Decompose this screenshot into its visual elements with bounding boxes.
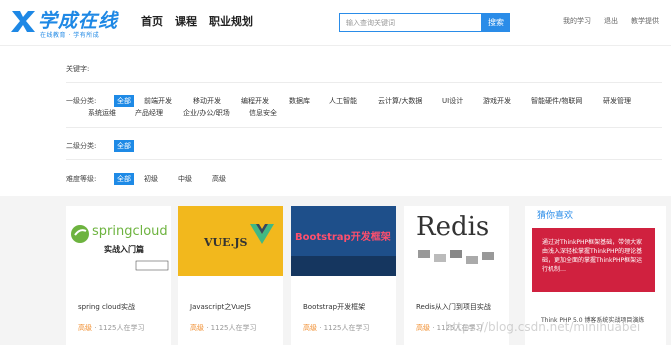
category1-item[interactable]: 企业/办公/职场 bbox=[183, 108, 230, 118]
category1-item[interactable]: 人工智能 bbox=[329, 96, 357, 106]
divider bbox=[66, 127, 662, 128]
divider bbox=[66, 159, 662, 160]
category1-item[interactable]: 智能硬件/物联网 bbox=[531, 96, 582, 106]
course-meta: 高级 · 1125人在学习 bbox=[78, 323, 145, 333]
main-nav: 首页 课程 职业规划 bbox=[141, 13, 253, 29]
thumb-title: Bootstrap开发框架 bbox=[295, 232, 391, 243]
course-card[interactable]: VUE.JS Javascript之VueJS 高级 · 1125人在学习 bbox=[178, 206, 283, 345]
filter-panel: 关键字: 一级分类: 全部 前端开发 移动开发 编程开发 数据库 人工智能 云计… bbox=[0, 47, 671, 195]
course-card[interactable]: Bootstrap开发框架 Bootstrap开发框架 高级 · 1125人在学… bbox=[291, 206, 396, 345]
course-thumbnail: springcloud 实战入门篇 bbox=[66, 206, 171, 276]
category1-item[interactable]: 移动开发 bbox=[193, 96, 221, 106]
learner-count: · 1125人在学习 bbox=[92, 324, 145, 332]
category1-item[interactable]: 信息安全 bbox=[249, 108, 277, 118]
category1-item[interactable]: 游戏开发 bbox=[483, 96, 511, 106]
difficulty-item[interactable]: 初级 bbox=[144, 174, 158, 184]
recommend-banner[interactable]: 通过对ThinkPHP框架基础，带领大家由浅入深轻松掌握ThinkPHP的理论基… bbox=[532, 228, 655, 292]
search-button[interactable]: 搜索 bbox=[482, 13, 510, 32]
difficulty-label: 难度等级: bbox=[66, 175, 97, 183]
course-card[interactable]: springcloud 实战入门篇 spring cloud实战 高级 · 11… bbox=[66, 206, 171, 345]
course-title[interactable]: Redis从入门到项目实战 bbox=[416, 302, 491, 312]
watermark: https://blog.csdn.net/minihuabei bbox=[445, 320, 641, 334]
category2-label: 二级分类: bbox=[66, 142, 97, 150]
category1-item[interactable]: 产品经理 bbox=[135, 108, 163, 118]
thumb-title: springcloud bbox=[92, 224, 168, 239]
learner-count: · 1125人在学习 bbox=[317, 324, 370, 332]
user-links: 我的学习 退出 教学提供 bbox=[563, 16, 659, 26]
category1-item[interactable]: 数据库 bbox=[289, 96, 310, 106]
brand-slogan: 在线教育 · 学有所成 bbox=[40, 32, 100, 39]
nav-home[interactable]: 首页 bbox=[141, 13, 163, 29]
keyword-label: 关键字: bbox=[66, 65, 90, 73]
category1-item[interactable]: 前端开发 bbox=[144, 96, 172, 106]
category1-item[interactable]: 编程开发 bbox=[241, 96, 269, 106]
category1-item[interactable]: 系统运维 bbox=[88, 108, 116, 118]
course-thumbnail: VUE.JS bbox=[178, 206, 283, 276]
recommend-title: 猜你喜欢 bbox=[537, 211, 574, 221]
nav-courses[interactable]: 课程 bbox=[175, 13, 197, 29]
category1-item[interactable]: UI设计 bbox=[442, 96, 463, 106]
my-learning-link[interactable]: 我的学习 bbox=[563, 16, 591, 26]
course-level: 高级 bbox=[78, 324, 92, 332]
course-meta: 高级 · 1125人在学习 bbox=[190, 323, 257, 333]
course-thumbnail: Redis bbox=[404, 206, 509, 276]
course-title[interactable]: Bootstrap开发框架 bbox=[303, 302, 365, 312]
course-title[interactable]: spring cloud实战 bbox=[78, 302, 135, 312]
header: 学成在线 在线教育 · 学有所成 首页 课程 职业规划 输入查询关键词 搜索 我… bbox=[0, 0, 671, 46]
category2-item[interactable]: 全部 bbox=[114, 140, 134, 152]
brand-name: 学成在线 bbox=[38, 10, 119, 32]
course-level: 高级 bbox=[416, 324, 430, 332]
difficulty-item[interactable]: 高级 bbox=[212, 174, 226, 184]
category1-item[interactable]: 全部 bbox=[114, 95, 134, 107]
search-input[interactable]: 输入查询关键词 bbox=[339, 13, 482, 32]
course-title[interactable]: Javascript之VueJS bbox=[190, 302, 251, 312]
nav-career[interactable]: 职业规划 bbox=[209, 13, 253, 29]
logo-icon bbox=[11, 11, 35, 32]
thumb-subtitle: 实战入门篇 bbox=[104, 245, 144, 254]
logo[interactable]: 学成在线 在线教育 · 学有所成 bbox=[10, 6, 117, 40]
thumb-title: Redis bbox=[416, 212, 490, 242]
course-level: 高级 bbox=[190, 324, 204, 332]
divider bbox=[66, 82, 662, 83]
logout-link[interactable]: 退出 bbox=[604, 16, 618, 26]
category1-label: 一级分类: bbox=[66, 97, 97, 105]
learner-count: · 1125人在学习 bbox=[204, 324, 257, 332]
difficulty-item[interactable]: 全部 bbox=[114, 173, 134, 185]
difficulty-item[interactable]: 中级 bbox=[178, 174, 192, 184]
spring-logo-icon bbox=[66, 206, 171, 276]
course-thumbnail: Bootstrap开发框架 bbox=[291, 206, 396, 276]
course-level: 高级 bbox=[303, 324, 317, 332]
category1-item[interactable]: 研发管理 bbox=[603, 96, 631, 106]
category1-item[interactable]: 云计算/大数据 bbox=[378, 96, 422, 106]
teaching-link[interactable]: 教学提供 bbox=[631, 16, 659, 26]
thumb-title: VUE.JS bbox=[204, 236, 248, 249]
course-meta: 高级 · 1125人在学习 bbox=[303, 323, 370, 333]
